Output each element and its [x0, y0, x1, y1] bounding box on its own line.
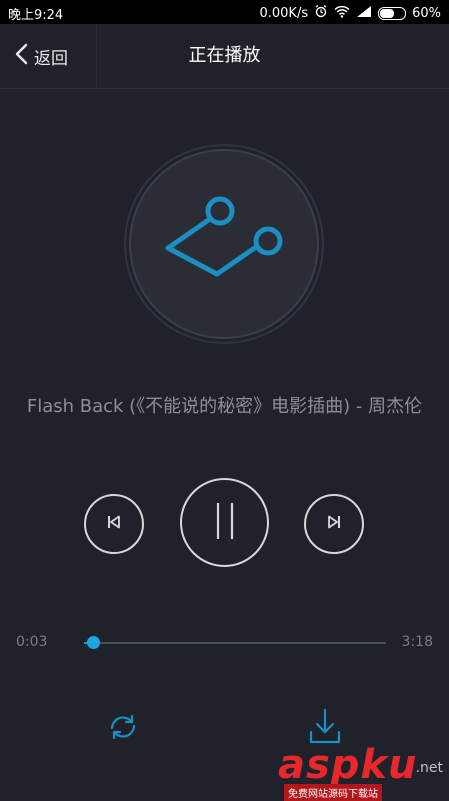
- pause-icon: [213, 501, 237, 545]
- progress-handle[interactable]: [87, 636, 101, 649]
- status-right-group: 0.00K/s 60%: [259, 4, 441, 22]
- nav-bar: 返回 正在播放: [0, 24, 449, 89]
- skip-previous-icon: [106, 514, 122, 534]
- signal-icon: [356, 5, 372, 22]
- alarm-icon: [314, 4, 328, 22]
- watermark-brand-text: aspku: [278, 742, 418, 788]
- battery-percent: 60%: [412, 5, 441, 21]
- pause-button[interactable]: [180, 478, 269, 567]
- chevron-left-icon: [14, 43, 28, 70]
- progress-slider[interactable]: [84, 636, 386, 649]
- total-time: 3:18: [401, 634, 433, 650]
- back-button[interactable]: 返回: [14, 24, 68, 88]
- watermark-tagline: 免费网站源码下载站: [284, 784, 382, 801]
- battery-icon: [378, 6, 407, 20]
- network-speed: 0.00K/s: [259, 5, 309, 21]
- skip-next-icon: [326, 514, 342, 534]
- next-button[interactable]: [304, 494, 364, 554]
- watermark-logo: aspku .net 免费网站源码下载站: [278, 744, 449, 801]
- current-time: 0:03: [16, 634, 48, 650]
- repeat-button[interactable]: [104, 708, 142, 746]
- wifi-icon: [334, 5, 350, 22]
- repeat-icon: [104, 714, 142, 750]
- status-time: 晚上9:24: [8, 8, 64, 23]
- download-button[interactable]: [306, 706, 344, 746]
- watermark-tld: .net: [415, 760, 443, 776]
- back-label: 返回: [34, 48, 68, 69]
- watermark-brand: aspku: [278, 744, 418, 786]
- song-title: Flash Back (《不能说的秘密》电影插曲) - 周杰伦: [26, 396, 423, 417]
- album-art-disc: [124, 144, 324, 344]
- previous-button[interactable]: [84, 494, 144, 554]
- battery-fill: [380, 8, 394, 18]
- status-bar: 晚上9:24 0.00K/s 60%: [0, 0, 449, 24]
- nav-divider: [96, 24, 97, 88]
